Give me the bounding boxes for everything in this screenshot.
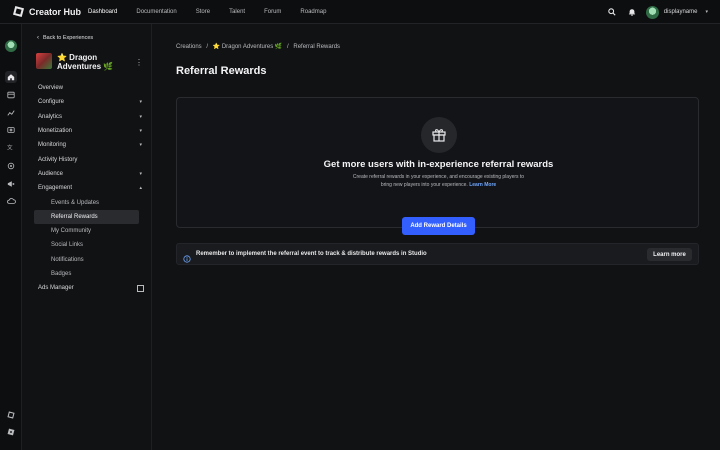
sidebar-item-referral-rewards[interactable]: Referral Rewards [34,209,139,224]
page-title: Referral Rewards [176,65,267,77]
breadcrumb-separator: / [287,44,289,50]
bell-icon[interactable] [626,6,638,18]
card-description-text: Create referral rewards in your experien… [352,174,525,188]
chevron-up-icon: ▴ [139,185,142,192]
nav-store[interactable]: Store [196,9,210,15]
roblox-studio-icon[interactable] [5,409,17,421]
nav-dashboard[interactable]: Dashboard [88,9,117,15]
experience-header: ⭐ Dragon Adventures 🌿 [36,53,127,71]
top-nav: Dashboard Documentation Store Talent For… [88,0,345,24]
chevron-down-icon: ▾ [139,99,142,106]
sidebar-item-label: Overview [38,85,64,92]
sidebar-item-monitoring[interactable]: Monitoring ▾ [38,138,148,152]
experience-thumbnail [36,53,52,69]
sidebar-item-label: Analytics [38,113,63,120]
nav-documentation[interactable]: Documentation [136,9,176,15]
banner-text: Remember to implement the referral event… [196,251,427,257]
sidebar-menu: Overview Configure ▾ Analytics ▾ Monetizat… [34,81,148,295]
monetization-icon[interactable] [5,124,17,136]
breadcrumb-separator: / [206,44,209,50]
settings-icon[interactable] [5,160,17,172]
chevron-down-icon: ▾ [139,128,142,135]
sidebar-item-label: Events & Updates [51,199,100,206]
breadcrumb-creations[interactable]: Creations [176,44,202,50]
sidebar: ‹ Back to Experiences ⭐ Dragon Adventure… [22,24,152,450]
breadcrumb: Creations / ⭐ Dragon Adventures 🌿 / Refe… [176,43,343,50]
chevron-down-icon[interactable]: ▾ [705,9,708,15]
chevron-down-icon: ▾ [139,170,142,177]
roblox-icon[interactable] [5,426,17,438]
sidebar-item-audience[interactable]: Audience ▾ [38,167,148,181]
analytics-icon[interactable] [5,107,17,119]
sidebar-item-label: Notifications [51,256,84,263]
gift-icon [421,117,457,153]
top-right-controls: displayname ▾ [598,0,708,24]
sidebar-item-engagement[interactable]: Engagement ▴ [38,181,148,195]
svg-text:文: 文 [7,144,13,152]
learn-more-link[interactable]: Learn More [469,182,496,188]
nav-talent[interactable]: Talent [229,9,245,15]
back-label: Back to Experiences [43,35,94,41]
card-title: Get more users with in-experience referr… [323,159,554,170]
sidebar-item-label: Social Links [51,242,84,249]
sidebar-item-events-updates[interactable]: Events & Updates [38,195,148,209]
translate-icon[interactable]: 文 [5,142,17,154]
chevron-down-icon: ▾ [139,142,142,149]
megaphone-icon[interactable] [5,178,17,190]
sidebar-item-label: Referral Rewards [51,213,98,220]
chevron-left-icon: ‹ [37,35,39,41]
sidebar-item-label: Monitoring [38,142,67,149]
nav-forum[interactable]: Forum [264,9,281,15]
info-icon [183,250,191,263]
sidebar-item-label: Activity History [38,156,78,163]
sidebar-item-monetization[interactable]: Monetization ▾ [38,124,148,138]
avatar[interactable] [5,40,17,52]
external-link-icon [137,284,144,292]
sidebar-item-analytics[interactable]: Analytics ▾ [38,110,148,124]
info-banner: Remember to implement the referral event… [176,243,699,265]
back-to-experiences-link[interactable]: ‹ Back to Experiences [37,35,93,41]
experience-title: ⭐ Dragon Adventures 🌿 [57,53,114,71]
chevron-down-icon: ▾ [139,113,142,120]
sidebar-item-notifications[interactable]: Notifications [38,253,148,267]
card-description: Create referral rewards in your experien… [347,173,530,189]
more-options-icon[interactable]: ⋮ [135,58,143,67]
home-icon[interactable] [5,71,17,83]
roblox-logo-icon [12,5,25,18]
add-reward-details-button[interactable]: Add Reward Details [402,217,475,235]
sidebar-item-label: Audience [38,170,64,177]
main-content: Creations / ⭐ Dragon Adventures 🌿 / Refe… [152,24,720,450]
cloud-icon[interactable] [5,195,17,207]
sidebar-item-overview[interactable]: Overview [38,81,148,95]
sidebar-item-label: Monetization [38,128,73,135]
sidebar-item-activity-history[interactable]: Activity History [38,152,148,166]
creations-icon[interactable] [5,89,17,101]
sidebar-item-badges[interactable]: Badges [38,267,148,281]
breadcrumb-experience[interactable]: ⭐ Dragon Adventures 🌿 [213,44,283,50]
sidebar-item-label: Ads Manager [38,285,74,292]
left-rail: 文 [0,24,22,450]
sidebar-item-social-links[interactable]: Social Links [38,238,148,252]
sidebar-item-label: Badges [51,271,72,277]
search-icon[interactable] [606,6,618,18]
breadcrumb-current: Referral Rewards [293,44,341,50]
sidebar-item-label: Configure [38,99,65,106]
sidebar-item-my-community[interactable]: My Community [38,224,148,238]
sidebar-item-configure[interactable]: Configure ▾ [38,95,148,109]
nav-roadmap[interactable]: Roadmap [300,9,326,15]
sidebar-item-label: My Community [51,228,92,235]
sidebar-item-label: Engagement [38,185,73,192]
brand[interactable]: Creator Hub [12,5,88,18]
referral-empty-state-card: Get more users with in-experience referr… [176,97,699,235]
sidebar-item-ads-manager[interactable]: Ads Manager [38,281,148,295]
learn-more-button[interactable]: Learn more [647,248,692,261]
top-bar: Creator Hub Dashboard Documentation Stor… [0,0,720,24]
avatar[interactable] [645,5,659,19]
brand-name: Creator Hub [29,6,82,17]
username[interactable]: displayname [664,9,698,15]
